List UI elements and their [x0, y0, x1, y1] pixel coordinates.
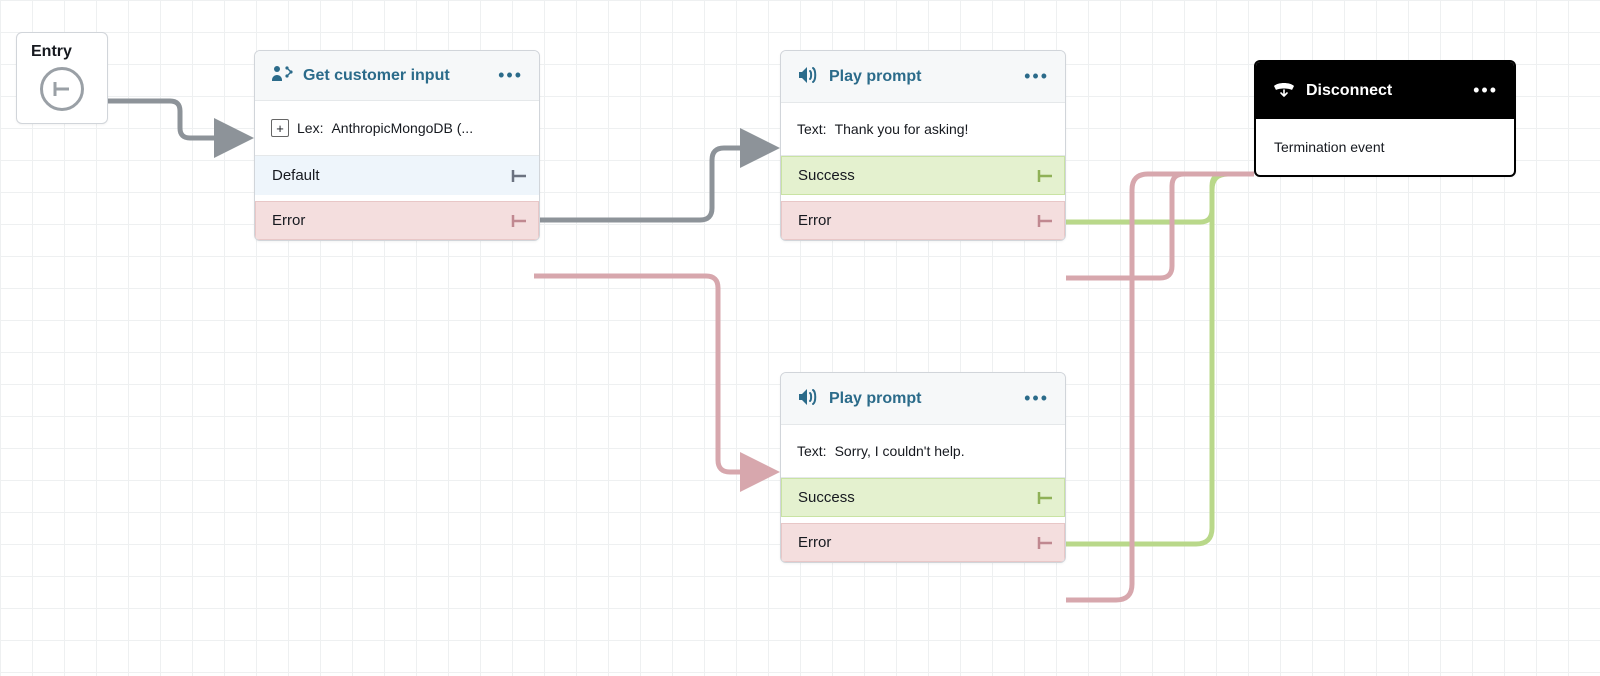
edge-default-to-thanks — [534, 148, 772, 220]
entry-port-icon — [40, 67, 84, 111]
port-icon[interactable] — [510, 214, 528, 228]
node-more-menu[interactable]: ••• — [1473, 80, 1498, 101]
entry-node[interactable]: Entry — [16, 32, 108, 124]
node-title: Play prompt — [829, 68, 921, 86]
edge-thanks-error-to-disconnect — [1066, 174, 1254, 278]
body-prefix: Text: — [797, 121, 827, 137]
node-body: Text: Thank you for asking! — [781, 103, 1065, 155]
port-icon[interactable] — [1036, 491, 1054, 505]
speaker-icon — [797, 65, 819, 88]
node-body: Text: Sorry, I couldn't help. — [781, 425, 1065, 477]
branch-success[interactable]: Success — [781, 156, 1065, 195]
node-header: Play prompt ••• — [781, 373, 1065, 425]
edge-entry-to-getinput — [108, 101, 246, 138]
node-more-menu[interactable]: ••• — [1024, 388, 1049, 409]
body-prefix: Lex: — [297, 120, 323, 136]
hangup-phone-icon — [1272, 80, 1296, 101]
branch-success[interactable]: Success — [781, 478, 1065, 517]
plus-icon[interactable]: + — [271, 119, 289, 137]
edge-error-to-sorry — [534, 276, 772, 472]
node-more-menu[interactable]: ••• — [1024, 66, 1049, 87]
speaker-icon — [797, 387, 819, 410]
node-header: Play prompt ••• — [781, 51, 1065, 103]
port-icon[interactable] — [1036, 169, 1054, 183]
body-value: Sorry, I couldn't help. — [835, 443, 965, 459]
edge-thanks-success-to-disconnect — [1066, 174, 1254, 222]
people-share-icon — [271, 65, 293, 86]
edge-sorry-success-to-disconnect — [1066, 174, 1254, 544]
branch-error[interactable]: Error — [781, 523, 1065, 562]
node-header: Get customer input ••• — [255, 51, 539, 101]
entry-title: Entry — [31, 43, 93, 61]
port-icon[interactable] — [1036, 536, 1054, 550]
node-more-menu[interactable]: ••• — [498, 65, 523, 86]
node-body: Termination event — [1256, 119, 1514, 175]
port-icon[interactable] — [1036, 214, 1054, 228]
branch-error[interactable]: Error — [781, 201, 1065, 240]
body-value: Termination event — [1274, 139, 1385, 155]
node-header: Disconnect ••• — [1256, 62, 1514, 119]
node-title: Play prompt — [829, 390, 921, 408]
edge-sorry-error-to-disconnect — [1066, 174, 1254, 600]
node-title: Disconnect — [1306, 82, 1392, 100]
port-icon[interactable] — [510, 169, 528, 183]
body-value: AnthropicMongoDB (... — [331, 120, 473, 136]
branch-default[interactable]: Default — [255, 156, 539, 195]
node-play-prompt-thanks[interactable]: Play prompt ••• Text: Thank you for aski… — [780, 50, 1066, 241]
body-prefix: Text: — [797, 443, 827, 459]
node-get-customer-input[interactable]: Get customer input ••• + Lex: AnthropicM… — [254, 50, 540, 241]
branch-error[interactable]: Error — [255, 201, 539, 240]
node-disconnect[interactable]: Disconnect ••• Termination event — [1254, 60, 1516, 177]
node-title: Get customer input — [303, 67, 450, 85]
node-body: + Lex: AnthropicMongoDB (... — [255, 101, 539, 155]
body-value: Thank you for asking! — [835, 121, 969, 137]
node-play-prompt-sorry[interactable]: Play prompt ••• Text: Sorry, I couldn't … — [780, 372, 1066, 563]
